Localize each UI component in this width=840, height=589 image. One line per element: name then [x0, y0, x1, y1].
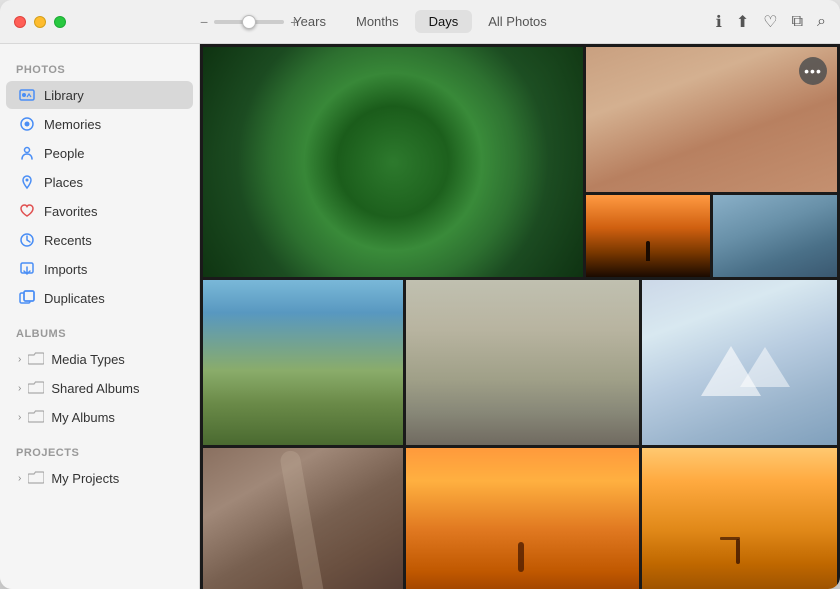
- tab-days[interactable]: Days: [415, 10, 473, 33]
- albums-section-label: Albums: [0, 320, 199, 344]
- photo-mountain-woman[interactable]: [713, 195, 837, 277]
- sidebar-item-library-label: Library: [44, 88, 84, 103]
- imports-icon: [18, 260, 36, 278]
- sidebar-item-recents-label: Recents: [44, 233, 92, 248]
- sidebar-item-favorites[interactable]: Favorites: [6, 197, 193, 225]
- view-tabs: Years Months Days All Photos: [279, 10, 561, 33]
- photo-snowy-mountains[interactable]: [642, 280, 837, 445]
- sidebar-item-imports[interactable]: Imports: [6, 255, 193, 283]
- sidebar-item-duplicates-label: Duplicates: [44, 291, 105, 306]
- sidebar-item-imports-label: Imports: [44, 262, 87, 277]
- sidebar-item-places-label: Places: [44, 175, 83, 190]
- tab-all-photos[interactable]: All Photos: [474, 10, 561, 33]
- duplicate-icon[interactable]: ⧉: [792, 13, 803, 31]
- grid-row-2: [203, 280, 837, 445]
- projects-section-label: Projects: [0, 439, 199, 463]
- favorites-icon: [18, 202, 36, 220]
- titlebar: − + Years Months Days All Photos ℹ ⬆ ♡ ⧉…: [0, 0, 840, 44]
- photo-girl-portrait[interactable]: •••: [586, 47, 837, 192]
- my-projects-folder-icon: [27, 469, 45, 487]
- sidebar-item-memories-label: Memories: [44, 117, 101, 132]
- sidebar-group-shared-albums-label: Shared Albums: [51, 381, 139, 396]
- photo-castle-town[interactable]: [406, 280, 639, 445]
- media-types-folder-icon: [27, 350, 45, 368]
- places-icon: [18, 173, 36, 191]
- more-options-button[interactable]: •••: [799, 57, 827, 85]
- my-albums-folder-icon: [27, 408, 45, 426]
- shared-albums-chevron: ›: [18, 383, 21, 394]
- recents-icon: [18, 231, 36, 249]
- sidebar-group-media-types-label: Media Types: [51, 352, 124, 367]
- sidebar-item-memories[interactable]: Memories: [6, 110, 193, 138]
- sidebar-item-recents[interactable]: Recents: [6, 226, 193, 254]
- my-projects-chevron: ›: [18, 473, 21, 484]
- sidebar-group-my-albums[interactable]: › My Albums: [6, 403, 193, 431]
- sidebar-group-my-projects-label: My Projects: [51, 471, 119, 486]
- sidebar-group-shared-albums[interactable]: › Shared Albums: [6, 374, 193, 402]
- traffic-lights: [0, 16, 66, 28]
- sidebar-group-my-projects[interactable]: › My Projects: [6, 464, 193, 492]
- sidebar-item-duplicates[interactable]: Duplicates: [6, 284, 193, 312]
- minimize-button[interactable]: [34, 16, 46, 28]
- info-icon[interactable]: ℹ: [716, 12, 722, 32]
- titlebar-actions: ℹ ⬆ ♡ ⧉ ⌕: [716, 12, 826, 32]
- tab-months[interactable]: Months: [342, 10, 413, 33]
- sidebar-item-favorites-label: Favorites: [44, 204, 97, 219]
- photo-sunset-silhouette[interactable]: [586, 195, 710, 277]
- grid-row-1: •••: [203, 47, 837, 277]
- tab-years[interactable]: Years: [279, 10, 340, 33]
- photo-sunset-girl-silhouette[interactable]: [406, 448, 639, 589]
- shared-albums-folder-icon: [27, 379, 45, 397]
- heart-icon[interactable]: ♡: [763, 12, 777, 32]
- library-icon: [18, 86, 36, 104]
- memories-icon: [18, 115, 36, 133]
- media-types-chevron: ›: [18, 354, 21, 365]
- photo-winding-road[interactable]: [203, 448, 403, 589]
- grid-row-3: [203, 448, 837, 589]
- photo-forest[interactable]: [203, 47, 583, 277]
- app-window: − + Years Months Days All Photos ℹ ⬆ ♡ ⧉…: [0, 0, 840, 589]
- sidebar: Photos Library M: [0, 44, 200, 589]
- photo-grid: •••: [200, 44, 840, 589]
- share-icon[interactable]: ⬆: [736, 12, 749, 32]
- search-icon[interactable]: ⌕: [817, 13, 826, 31]
- sidebar-item-people[interactable]: People: [6, 139, 193, 167]
- sidebar-item-people-label: People: [44, 146, 84, 161]
- photo-landscape-mountains[interactable]: [203, 280, 403, 445]
- sidebar-group-media-types[interactable]: › Media Types: [6, 345, 193, 373]
- right-column-1: •••: [586, 47, 837, 277]
- photos-section-label: Photos: [0, 56, 199, 80]
- sidebar-group-my-albums-label: My Albums: [51, 410, 115, 425]
- bottom-right-pair: [586, 195, 837, 277]
- sidebar-item-library[interactable]: Library: [6, 81, 193, 109]
- sidebar-item-places[interactable]: Places: [6, 168, 193, 196]
- people-icon: [18, 144, 36, 162]
- titlebar-center: Years Months Days All Photos: [0, 10, 840, 33]
- photo-golden-sunset-arms-wide[interactable]: [642, 448, 837, 589]
- close-button[interactable]: [14, 16, 26, 28]
- duplicates-icon: [18, 289, 36, 307]
- main-content: Photos Library M: [0, 44, 840, 589]
- maximize-button[interactable]: [54, 16, 66, 28]
- my-albums-chevron: ›: [18, 412, 21, 423]
